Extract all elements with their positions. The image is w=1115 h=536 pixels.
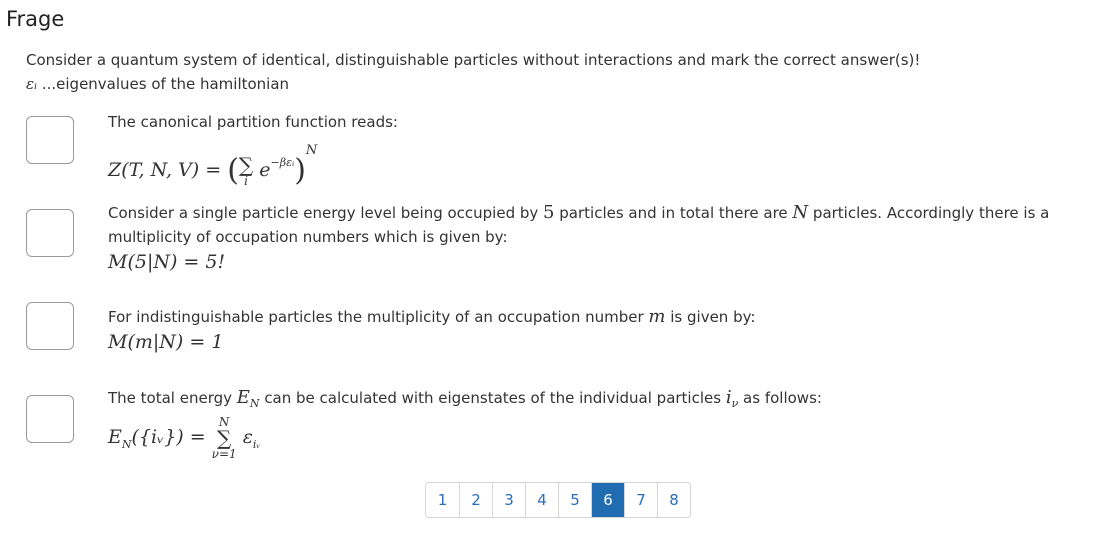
answer-checkbox-4[interactable]	[26, 395, 74, 443]
option-2-content: Consider a single particle energy level …	[108, 201, 1108, 275]
page-link-7[interactable]: 7	[624, 483, 657, 517]
option-2-formula: M(5|N) = 5!	[108, 251, 226, 273]
option-3-formula: M(m|N) = 1	[108, 331, 224, 353]
formula-lhs: Z(T, N, V) =	[108, 159, 228, 181]
page-link-5[interactable]: 5	[558, 483, 591, 517]
answer-checkbox-3[interactable]	[26, 302, 74, 350]
question-prompt: Consider a quantum system of identical, …	[26, 51, 921, 69]
epsilon-definition: εᵢ ...eigenvalues of the hamiltonian	[26, 72, 920, 96]
option-4-text: The total energy EN can be calculated wi…	[108, 387, 822, 410]
page-link-1[interactable]: 1	[426, 483, 459, 517]
page-link-8[interactable]: 8	[657, 483, 690, 517]
epsilon-description: ...eigenvalues of the hamiltonian	[37, 75, 290, 93]
answer-checkbox-2[interactable]	[26, 209, 74, 257]
question-intro: Consider a quantum system of identical, …	[26, 48, 920, 96]
option-4-content: The total energy EN can be calculated wi…	[108, 386, 1108, 460]
page-title: Frage	[6, 7, 65, 31]
pagination: 1 2 3 4 5 6 7 8	[425, 482, 691, 518]
page-link-6-current[interactable]: 6	[591, 483, 624, 517]
sum-symbol: ∑ i	[238, 153, 254, 188]
option-3-content: For indistinguishable particles the mult…	[108, 305, 1108, 355]
page-link-4[interactable]: 4	[525, 483, 558, 517]
option-1-content: The canonical partition function reads: …	[108, 110, 1108, 187]
answer-checkbox-1[interactable]	[26, 116, 74, 164]
sum-symbol: N ∑ ν=1	[211, 415, 237, 461]
page-link-3[interactable]: 3	[492, 483, 525, 517]
option-1-text: The canonical partition function reads:	[108, 113, 398, 131]
epsilon-symbol: εᵢ	[26, 75, 38, 93]
option-3-text: For indistinguishable particles the mult…	[108, 306, 756, 327]
exponent: −βεᵢ	[270, 156, 295, 169]
option-4-formula: EN({iᵥ}) = N ∑ ν=1 εiᵥ	[108, 415, 261, 461]
page-link-2[interactable]: 2	[459, 483, 492, 517]
outer-exponent: N	[305, 143, 318, 158]
option-1-formula: Z(T, N, V) = (∑ i e−βεᵢ)N	[108, 143, 318, 188]
option-2-text: Consider a single particle energy level …	[108, 202, 1050, 246]
